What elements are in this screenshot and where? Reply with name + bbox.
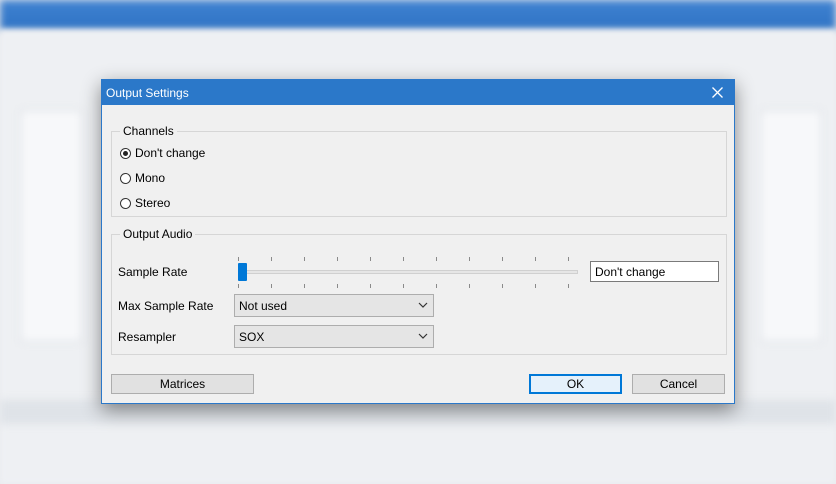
dialog-title: Output Settings (106, 86, 189, 100)
radio-label: Mono (135, 171, 166, 185)
slider-tick (337, 257, 338, 261)
slider-tick (238, 284, 239, 288)
matrices-button[interactable]: Matrices (111, 374, 254, 394)
radio-mono[interactable]: Mono (120, 170, 165, 186)
slider-tick (502, 284, 503, 288)
resampler-label: Resampler (118, 330, 177, 344)
slider-tick (238, 257, 239, 261)
radio-dont-change[interactable]: Don't change (120, 145, 205, 161)
max-sample-rate-label: Max Sample Rate (118, 299, 214, 313)
radio-label: Stereo (135, 196, 171, 210)
channels-group: Channels Don't change Mono Stereo (111, 124, 727, 217)
slider-tick (535, 257, 536, 261)
slider-tick (304, 257, 305, 261)
background-panel-left (20, 110, 82, 342)
slider-tick (469, 257, 470, 261)
resampler-value: SOX (239, 330, 265, 344)
slider-tick (337, 284, 338, 288)
sample-rate-value-field[interactable]: Don't change (590, 261, 719, 282)
slider-tick (568, 257, 569, 261)
channels-group-label: Channels (120, 124, 177, 138)
slider-tick (535, 284, 536, 288)
ok-button[interactable]: OK (529, 374, 622, 394)
radio-button[interactable] (120, 172, 131, 184)
radio-button[interactable] (120, 197, 131, 209)
slider-tick (436, 284, 437, 288)
background-panel-right (760, 110, 822, 342)
close-icon (711, 87, 723, 98)
slider-tick (304, 284, 305, 288)
slider-tick (568, 284, 569, 288)
output-audio-group: Output Audio Sample Rate Don't change Ma… (111, 227, 727, 355)
radio-button[interactable] (120, 147, 131, 159)
slider-tick (436, 257, 437, 261)
max-sample-rate-value: Not used (239, 299, 288, 313)
radio-stereo[interactable]: Stereo (120, 195, 170, 211)
slider-tick (271, 284, 272, 288)
close-button[interactable] (700, 80, 734, 105)
slider-tick (403, 284, 404, 288)
radio-label: Don't change (135, 146, 206, 160)
chevron-down-icon (418, 302, 428, 308)
output-audio-group-label: Output Audio (120, 227, 196, 241)
sample-rate-slider-thumb[interactable] (238, 263, 247, 281)
slider-tick (403, 257, 404, 261)
slider-tick (370, 284, 371, 288)
slider-tick (502, 257, 503, 261)
background-titlebar (0, 0, 836, 30)
slider-tick (469, 284, 470, 288)
slider-tick (370, 257, 371, 261)
output-settings-dialog: Output Settings Channels Don't change Mo… (101, 79, 735, 404)
chevron-down-icon (418, 333, 428, 339)
sample-rate-slider-track[interactable] (242, 270, 578, 274)
slider-tick (271, 257, 272, 261)
sample-rate-label: Sample Rate (118, 265, 188, 279)
cancel-button[interactable]: Cancel (632, 374, 725, 394)
resampler-dropdown[interactable]: SOX (234, 325, 434, 348)
dialog-titlebar: Output Settings (102, 80, 734, 105)
max-sample-rate-dropdown[interactable]: Not used (234, 294, 434, 317)
